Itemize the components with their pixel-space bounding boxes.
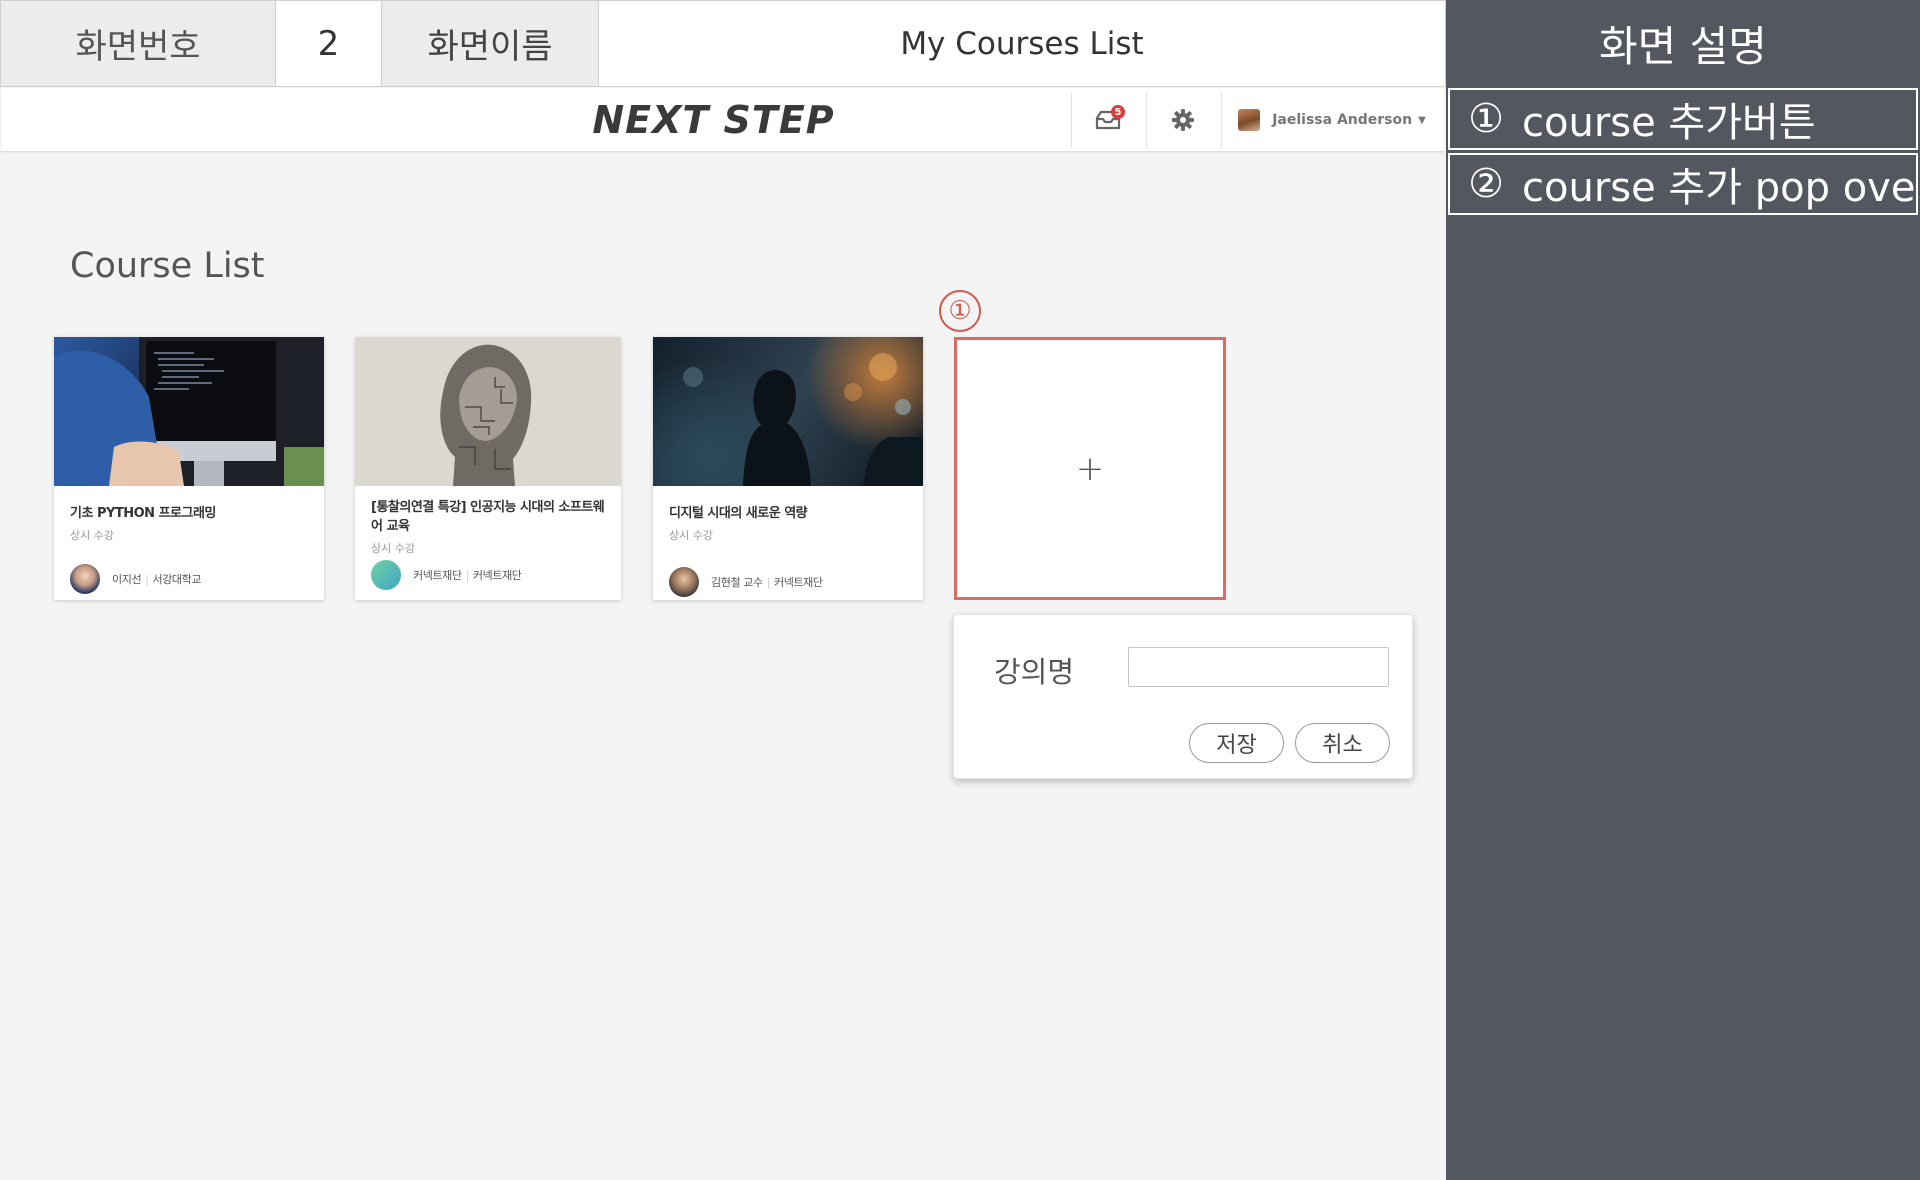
silhouette-image [683,353,923,486]
course-card[interactable]: 기초 PYTHON 프로그래밍 상시 수강 이지선 서강대학교 [54,337,324,600]
course-name-label: 강의명 [994,655,1075,689]
course-subtitle: 상시 수강 [70,529,114,542]
description-item-number: ① [1468,96,1504,142]
app-logo[interactable]: NEXT STEP [521,88,906,152]
coding-desk-image [54,337,324,486]
instructor-org: 커넥트재단 [767,574,823,590]
instructor-avatar [669,567,699,597]
screen-number: 2 [275,0,382,87]
course-thumbnail [54,337,324,486]
screen-name-label: 화면이름 [381,0,599,87]
instructor-avatar [70,564,100,594]
course-title[interactable]: 기초 PYTHON 프로그래밍 [70,504,310,523]
course-thumbnail [653,337,923,486]
instructor-name: 김현철 교수 [711,576,763,589]
instructor-name: 이지선 [112,573,142,586]
description-title: 화면 설명 [1599,22,1767,71]
user-name: Jaelissa Anderson [1272,112,1413,128]
save-button[interactable]: 저장 [1189,723,1284,763]
course-card[interactable]: 디지털 시대의 새로운 역량 상시 수강 김현철 교수 커넥트재단 [653,337,923,600]
cancel-button[interactable]: 취소 [1295,723,1390,763]
description-item-number: ② [1468,161,1504,207]
course-subtitle: 상시 수강 [669,529,713,542]
screen-number-label: 화면번호 [0,0,276,87]
plus-icon: + [1075,448,1105,489]
user-avatar [1238,109,1261,131]
gear-icon [1172,109,1194,131]
notification-button[interactable]: 5 [1071,88,1145,152]
description-panel: 화면 설명 ① course 추가버튼 ② course 추가 pop over [1446,0,1920,1180]
ai-head-image [355,337,621,486]
screen-name: My Courses List [598,0,1446,87]
annotation-marker: ① [939,290,981,332]
instructor-org: 커넥트재단 [466,567,522,583]
course-thumbnail [355,337,621,486]
settings-button[interactable] [1146,88,1220,152]
chevron-down-icon: ▼ [1418,114,1426,126]
description-item-text: course 추가버튼 [1522,100,1816,146]
description-item: ① course 추가버튼 [1448,88,1918,150]
instructor-avatar [371,560,401,590]
course-card[interactable]: [통찰의연결 특강] 인공지능 시대의 소프트웨어 교육 상시 수강 커넥트재단… [355,337,621,600]
description-item: ② course 추가 pop over [1448,153,1918,215]
description-item-text: course 추가 pop over [1522,165,1918,211]
add-course-button[interactable]: + [954,337,1226,600]
course-title[interactable]: 디지털 시대의 새로운 역량 [669,504,909,523]
add-course-popover: 강의명 저장 취소 [953,614,1413,779]
course-subtitle: 상시 수강 [371,542,415,555]
instructor-name: 커넥트재단 [413,569,462,582]
course-name-input[interactable] [1128,647,1389,687]
notification-badge: 5 [1111,105,1125,119]
course-title[interactable]: [통찰의연결 특강] 인공지능 시대의 소프트웨어 교육 [371,498,607,536]
page-title: Course List [70,246,265,286]
top-navbar: NEXT STEP 5 Jaelissa Anderson ▼ [1,88,1444,152]
instructor-org: 서강대학교 [145,571,201,587]
user-menu[interactable]: Jaelissa Anderson ▼ [1221,88,1443,152]
